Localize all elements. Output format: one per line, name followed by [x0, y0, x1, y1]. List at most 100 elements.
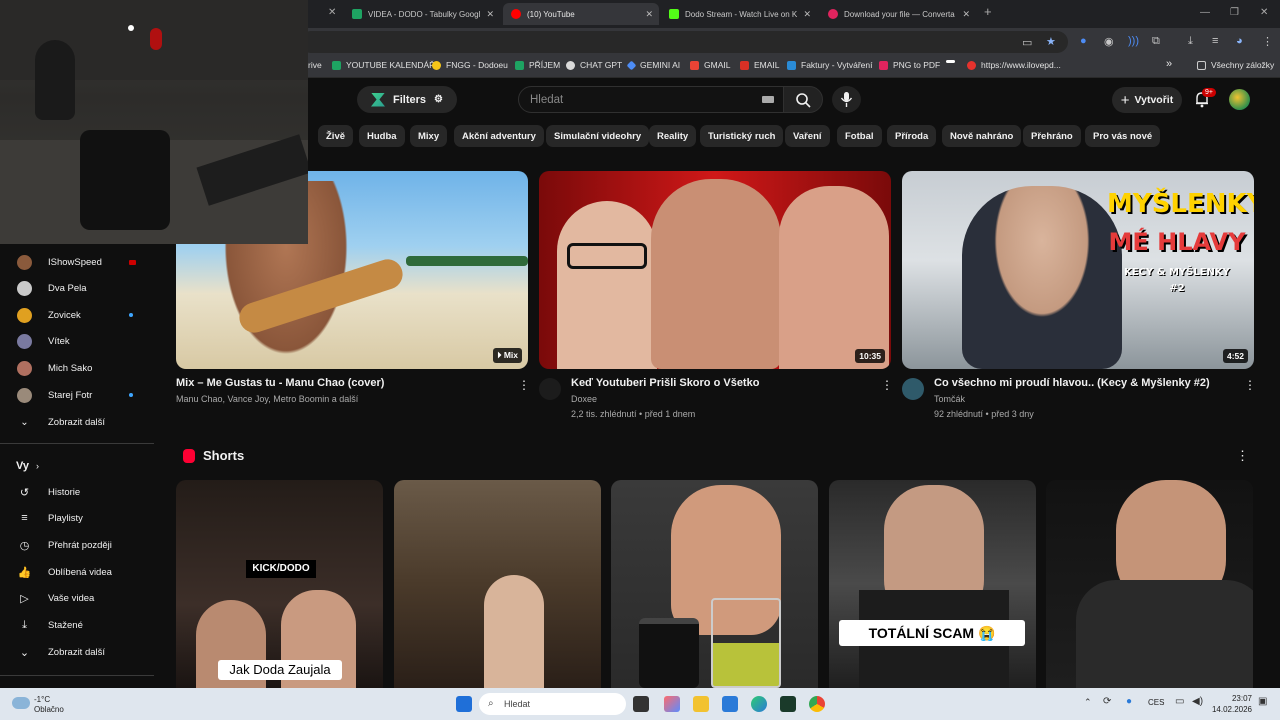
bookmark-star-icon[interactable]: ★: [1046, 35, 1056, 48]
menu-icon[interactable]: ⋮: [1262, 35, 1273, 48]
voice-search-button[interactable]: [832, 86, 861, 113]
close-icon[interactable]: ✕: [328, 7, 336, 18]
video-channel[interactable]: Doxee: [571, 394, 597, 404]
you-section-heading[interactable]: Vy ›: [0, 453, 154, 479]
bookmark-item[interactable]: PŘÍJEM: [515, 60, 560, 70]
filter-chip[interactable]: Turistický ruch: [700, 125, 784, 147]
filter-chip[interactable]: Vaření: [785, 125, 830, 147]
clock-date[interactable]: 14.02.2026: [1210, 705, 1252, 714]
account-avatar[interactable]: [1229, 89, 1250, 110]
filter-chip[interactable]: Pro vás nové: [1085, 125, 1161, 147]
sidebar-item-download[interactable]: ⤓ Stažené: [0, 612, 154, 638]
filter-chip[interactable]: Reality: [649, 125, 697, 147]
bookmark-item[interactable]: FNGG - Dodoeu: [432, 60, 508, 70]
bookmark-item[interactable]: rive: [308, 60, 322, 70]
all-bookmarks-button[interactable]: Všechny záložky: [1197, 60, 1274, 70]
search-input[interactable]: Hledat: [518, 86, 784, 113]
volume-icon[interactable]: ◀): [1192, 696, 1203, 707]
bookmark-item[interactable]: PNG to PDF: [879, 60, 940, 70]
search-button[interactable]: [783, 86, 823, 113]
bookmark-item[interactable]: EMAIL: [740, 60, 780, 70]
tab-download-file[interactable]: Download your file — Converta ✕: [820, 3, 976, 25]
sidebar-item-watch-later[interactable]: ◷ Přehrát později: [0, 532, 154, 558]
sidebar-item-like[interactable]: 👍 Oblíbená videa: [0, 559, 154, 585]
bookmark-item[interactable]: GMAIL: [690, 60, 730, 70]
sidebar-subscription[interactable]: Vítek: [0, 329, 154, 355]
video-thumbnail[interactable]: 10:35: [539, 171, 891, 369]
show-more-subscriptions[interactable]: ⌄ Zobrazit další: [0, 409, 154, 435]
more-options-icon[interactable]: ⋮: [518, 378, 530, 392]
short-thumbnail[interactable]: [394, 480, 601, 688]
cast-icon[interactable]: ▭: [1022, 36, 1032, 49]
short-thumbnail[interactable]: [611, 480, 818, 688]
profile-icon[interactable]: ◕: [1236, 35, 1243, 47]
clock-time[interactable]: 23:07: [1226, 694, 1252, 703]
new-tab-button[interactable]: +: [984, 4, 992, 19]
taskbar-search-input[interactable]: ⌕ Hledat: [479, 693, 626, 715]
more-options-icon[interactable]: ⋮: [1236, 448, 1249, 464]
video-title[interactable]: Keď Youtuberi Prišli Skoro o Všetko: [571, 377, 759, 389]
short-thumbnail[interactable]: [1046, 480, 1253, 688]
task-view-icon[interactable]: [633, 696, 649, 712]
close-icon[interactable]: ✕: [803, 9, 811, 20]
windows-start-icon[interactable]: [456, 696, 472, 712]
channel-avatar[interactable]: [902, 378, 924, 400]
sidebar-item-history[interactable]: ↺ Historie: [0, 479, 154, 505]
sidebar-subscription[interactable]: IShowSpeed: [0, 249, 154, 275]
sidebar-item-your-videos[interactable]: ▷ Vaše videa: [0, 585, 154, 611]
filter-chip[interactable]: Akční adventury: [454, 125, 544, 147]
bookmark-item[interactable]: CHAT GPT: [566, 60, 622, 70]
bookmarks-overflow-button[interactable]: »: [1166, 58, 1172, 70]
minimize-icon[interactable]: —: [1200, 7, 1210, 18]
video-title[interactable]: Co všechno mi proudí hlavou.. (Kecy & My…: [934, 377, 1210, 389]
filter-chip[interactable]: Přehráno: [1023, 125, 1081, 147]
channel-avatar[interactable]: [539, 378, 561, 400]
short-thumbnail[interactable]: Kick/Dodo Jak Doda Zaujala: [176, 480, 383, 688]
more-options-icon[interactable]: ⋮: [1244, 378, 1256, 392]
filter-chip[interactable]: Příroda: [887, 125, 937, 147]
sidebar-subscription[interactable]: Starej Fotr: [0, 382, 154, 408]
puzzle-icon[interactable]: ⧉: [1152, 35, 1160, 48]
filter-chip[interactable]: Simulační videohry: [546, 125, 650, 147]
video-title[interactable]: Mix – Me Gustas tu - Manu Chao (cover): [176, 377, 384, 389]
close-icon[interactable]: ✕: [486, 9, 494, 20]
network-icon[interactable]: ▭: [1175, 696, 1184, 707]
chevron-up-icon[interactable]: ⌃: [1084, 697, 1092, 708]
tab-videa-dodo[interactable]: VIDEA - DODO - Tabulky Googl ✕: [344, 3, 500, 25]
copilot-icon[interactable]: [664, 696, 680, 712]
outlook-icon[interactable]: [722, 696, 738, 712]
bookmark-item[interactable]: [946, 60, 960, 63]
sidebar-subscription[interactable]: Dva Pela: [0, 276, 154, 302]
filter-chip[interactable]: Živě: [318, 125, 354, 147]
sidebar-item-playlist[interactable]: ≡ Playlisty: [0, 505, 154, 531]
more-options-icon[interactable]: ⋮: [881, 378, 893, 392]
bookmark-item[interactable]: Faktury - Vytváření: [787, 60, 872, 70]
tab-dodo-stream[interactable]: Dodo Stream - Watch Live on K ✕: [661, 3, 817, 25]
video-channel[interactable]: Manu Chao, Vance Joy, Metro Boomin a dal…: [176, 394, 358, 404]
close-icon[interactable]: ✕: [645, 9, 653, 20]
extension-icon[interactable]: ●: [1080, 35, 1087, 47]
extension-icon[interactable]: ))): [1128, 35, 1139, 47]
bookmark-item[interactable]: https://www.ilovepd...: [967, 60, 1061, 70]
address-bar[interactable]: ▭ ★: [300, 31, 1068, 53]
filters-button[interactable]: Filters ⚙: [357, 86, 457, 113]
bookmark-item[interactable]: GEMINI AI: [626, 60, 680, 70]
notifications-button[interactable]: 9+: [1193, 88, 1216, 108]
sidebar-item-chevron-down[interactable]: ⌄ Zobrazit další: [0, 639, 154, 665]
language-indicator[interactable]: CES: [1148, 698, 1164, 707]
filter-chip[interactable]: Nově nahráno: [942, 125, 1022, 147]
weather-temp[interactable]: -1°C: [34, 695, 50, 704]
bookmark-item[interactable]: YOUTUBE KALENDÁŘ: [332, 60, 435, 70]
filter-chip[interactable]: Fotbal: [837, 125, 882, 147]
sidebar-subscription[interactable]: Zovicek: [0, 302, 154, 328]
reading-list-icon[interactable]: ≡: [1212, 35, 1218, 47]
notification-center-icon[interactable]: ▣: [1258, 696, 1267, 707]
weather-desc[interactable]: Oblačno: [34, 705, 64, 714]
video-thumbnail[interactable]: MYŠLENKY MÉ HLAVY KECY & MYŠLENKY #2 4:5…: [902, 171, 1254, 369]
keyboard-icon[interactable]: [762, 96, 774, 103]
file-explorer-icon[interactable]: [693, 696, 709, 712]
edge-icon[interactable]: [751, 696, 767, 712]
close-icon[interactable]: ✕: [962, 9, 970, 20]
sync-icon[interactable]: ⟳: [1103, 696, 1111, 707]
sidebar-subscription[interactable]: Mich Sako: [0, 355, 154, 381]
